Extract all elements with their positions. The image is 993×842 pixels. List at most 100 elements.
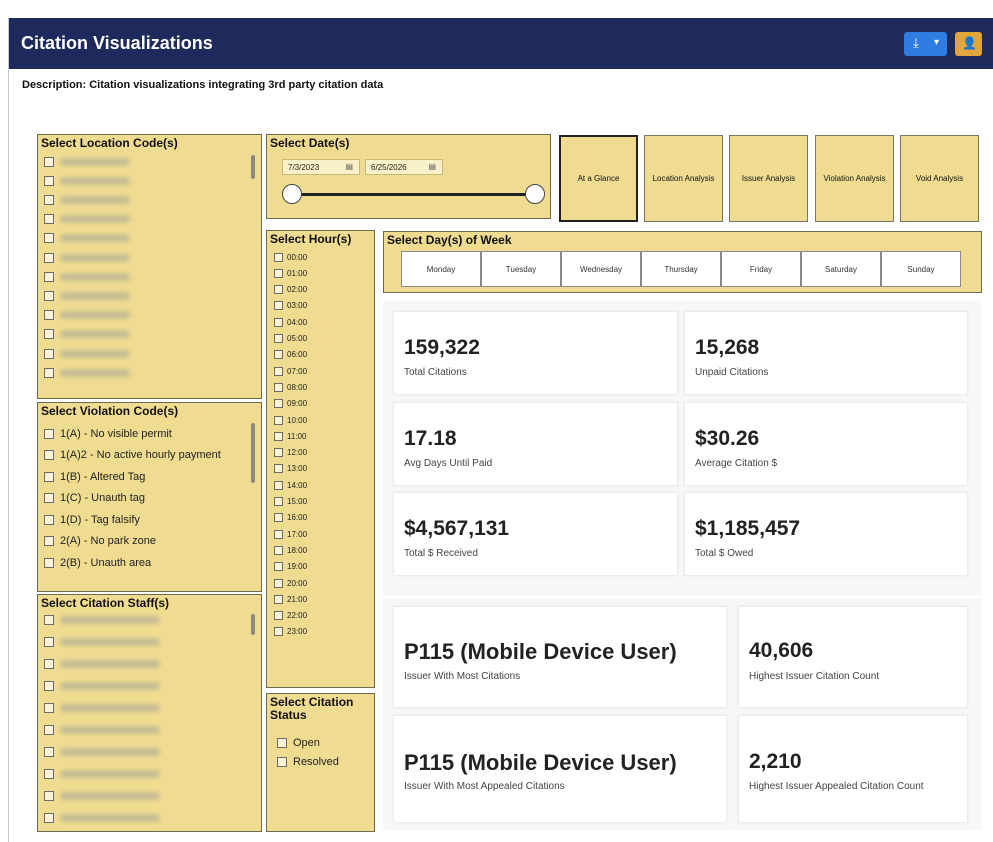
- nav-violation-analysis[interactable]: Violation Analysis: [815, 135, 894, 222]
- hour-option[interactable]: 19:00: [274, 559, 307, 575]
- checkbox[interactable]: [44, 680, 54, 691]
- staff-option[interactable]: [44, 699, 160, 716]
- checkbox[interactable]: [274, 513, 283, 523]
- checkbox[interactable]: [44, 329, 54, 340]
- hour-option[interactable]: 18:00: [274, 542, 307, 558]
- dow-monday[interactable]: Monday: [401, 251, 481, 287]
- scrollbar[interactable]: [251, 614, 255, 635]
- checkbox[interactable]: [44, 290, 54, 301]
- location-option[interactable]: [44, 172, 130, 189]
- date-start-handle[interactable]: [282, 184, 302, 204]
- hour-option[interactable]: 13:00: [274, 461, 307, 477]
- checkbox[interactable]: [44, 156, 54, 167]
- checkbox[interactable]: [274, 334, 283, 343]
- location-option[interactable]: [44, 211, 130, 228]
- nav-at-a-glance[interactable]: At a Glance: [559, 135, 638, 222]
- checkbox[interactable]: [274, 285, 283, 295]
- checkbox[interactable]: [274, 464, 283, 474]
- violation-option[interactable]: 2(A) - No park zone: [44, 533, 156, 550]
- location-option[interactable]: [44, 287, 130, 304]
- hour-option[interactable]: 03:00: [274, 298, 307, 314]
- checkbox[interactable]: [44, 471, 54, 482]
- hour-option[interactable]: 21:00: [274, 591, 307, 607]
- checkbox[interactable]: [274, 578, 283, 588]
- status-option-open[interactable]: Open: [277, 734, 320, 751]
- location-option[interactable]: [44, 364, 130, 381]
- violation-option[interactable]: 1(D) - Tag falsify: [44, 511, 140, 528]
- checkbox[interactable]: [274, 431, 283, 441]
- checkbox[interactable]: [274, 611, 283, 621]
- checkbox[interactable]: [44, 812, 54, 823]
- status-option-resolved[interactable]: Resolved: [277, 753, 339, 770]
- checkbox[interactable]: [44, 214, 54, 225]
- hour-option[interactable]: 04:00: [274, 314, 307, 330]
- location-option[interactable]: [44, 307, 130, 324]
- location-option[interactable]: [44, 326, 130, 343]
- checkbox[interactable]: [44, 790, 54, 801]
- location-option[interactable]: [44, 230, 130, 247]
- dow-friday[interactable]: Friday: [721, 251, 801, 287]
- hour-option[interactable]: 17:00: [274, 526, 307, 542]
- scrollbar[interactable]: [251, 155, 255, 179]
- hour-option[interactable]: 01:00: [274, 265, 307, 281]
- checkbox[interactable]: [277, 737, 287, 748]
- date-range-track[interactable]: [293, 193, 539, 196]
- checkbox[interactable]: [274, 627, 283, 637]
- hour-option[interactable]: 07:00: [274, 363, 307, 379]
- hour-option[interactable]: 05:00: [274, 331, 307, 347]
- checkbox[interactable]: [274, 562, 283, 572]
- location-option[interactable]: [44, 249, 130, 266]
- checkbox[interactable]: [44, 175, 54, 186]
- checkbox[interactable]: [44, 614, 54, 625]
- start-date-input[interactable]: 7/3/2023 ▤: [282, 159, 360, 175]
- checkbox[interactable]: [274, 301, 283, 311]
- dow-tuesday[interactable]: Tuesday: [481, 251, 561, 287]
- checkbox[interactable]: [44, 536, 54, 546]
- checkbox[interactable]: [274, 497, 283, 506]
- scrollbar[interactable]: [251, 423, 255, 483]
- staff-option[interactable]: [44, 787, 160, 804]
- checkbox[interactable]: [274, 317, 283, 327]
- hour-option[interactable]: 11:00: [274, 428, 306, 444]
- hour-option[interactable]: 15:00: [274, 494, 307, 510]
- checkbox[interactable]: [44, 348, 54, 359]
- end-date-input[interactable]: 6/25/2026 ▤: [365, 159, 443, 175]
- hour-option[interactable]: 20:00: [274, 575, 307, 591]
- staff-option[interactable]: [44, 809, 160, 826]
- date-end-handle[interactable]: [525, 184, 545, 204]
- hour-option[interactable]: 09:00: [274, 396, 307, 412]
- checkbox[interactable]: [44, 702, 54, 713]
- checkbox[interactable]: [44, 636, 54, 647]
- checkbox[interactable]: [44, 557, 54, 568]
- location-option[interactable]: [44, 345, 130, 362]
- nav-void-analysis[interactable]: Void Analysis: [900, 135, 979, 222]
- dow-sunday[interactable]: Sunday: [881, 251, 961, 287]
- calendar-icon[interactable]: ▤: [345, 162, 353, 171]
- checkbox[interactable]: [44, 367, 54, 378]
- violation-option[interactable]: 1(C) - Unauth tag: [44, 490, 145, 507]
- checkbox[interactable]: [274, 529, 283, 539]
- checkbox[interactable]: [44, 428, 54, 439]
- hour-option[interactable]: 16:00: [274, 510, 307, 526]
- checkbox[interactable]: [274, 480, 283, 490]
- checkbox[interactable]: [274, 594, 283, 604]
- checkbox[interactable]: [274, 268, 283, 278]
- dow-thursday[interactable]: Thursday: [641, 251, 721, 287]
- nav-location-analysis[interactable]: Location Analysis: [644, 135, 723, 222]
- checkbox[interactable]: [274, 252, 283, 262]
- checkbox[interactable]: [277, 756, 287, 767]
- location-option[interactable]: [44, 268, 130, 285]
- location-option[interactable]: [44, 153, 130, 170]
- hour-option[interactable]: 00:00: [274, 249, 307, 265]
- hour-option[interactable]: 10:00: [274, 412, 307, 428]
- staff-option[interactable]: [44, 743, 160, 760]
- hour-option[interactable]: 02:00: [274, 282, 307, 298]
- checkbox[interactable]: [44, 271, 54, 282]
- checkbox[interactable]: [274, 545, 283, 555]
- checkbox[interactable]: [44, 658, 54, 669]
- checkbox[interactable]: [44, 310, 54, 321]
- checkbox[interactable]: [274, 448, 283, 458]
- checkbox[interactable]: [274, 366, 283, 376]
- location-option[interactable]: [44, 191, 130, 208]
- checkbox[interactable]: [44, 233, 54, 244]
